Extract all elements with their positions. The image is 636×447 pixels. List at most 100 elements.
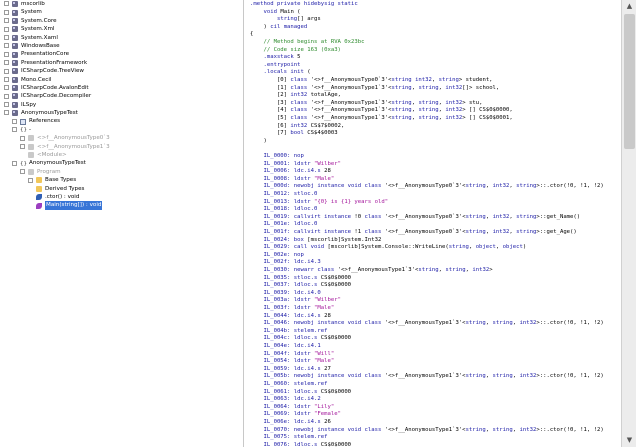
code-line: IL_006e: ldc.i4.s 26	[250, 419, 330, 427]
expand-icon[interactable]	[4, 26, 9, 32]
scroll-up-icon[interactable]: ▲	[624, 1, 635, 12]
tree-item[interactable]: .ctor() : void	[0, 193, 243, 201]
code-token: IL_0039:	[250, 289, 291, 296]
code-line: IL_0030: newarr class '<>f__AnonymousTyp…	[250, 267, 492, 275]
expand-icon[interactable]	[4, 68, 9, 74]
code-token: [mscorlib]System.Int32	[303, 236, 382, 243]
code-line: IL_0013: ldstr "{0} is {1} years old"	[250, 199, 388, 207]
tree-item[interactable]: ICSharpCode.AvalonEdit	[0, 84, 243, 92]
code-token: string	[445, 267, 466, 273]
tree-item[interactable]: {} AnonymousTypeTest	[0, 159, 243, 167]
expand-icon[interactable]	[4, 60, 9, 66]
tree-item[interactable]: ICSharpCode.TreeView	[0, 67, 243, 75]
tree-item[interactable]: System.Xml	[0, 25, 243, 33]
code-line: .maxstack 5	[250, 54, 300, 62]
tree-item[interactable]: mscorlib	[0, 0, 243, 8]
code-token: IL_0024:	[250, 236, 291, 243]
code-line: [3] class '<>f__AnonymousType1`3'<string…	[250, 99, 483, 108]
expand-icon[interactable]	[28, 177, 33, 183]
tree-item-label: Derived Types	[45, 185, 85, 192]
code-token: int32	[445, 107, 463, 114]
code-token: newobj instance void class	[293, 320, 382, 327]
expand-icon[interactable]	[4, 51, 9, 57]
expand-icon[interactable]	[4, 76, 9, 82]
code-token: >::get_Name()	[536, 213, 581, 220]
code-token: // Code size 163 (0xa3)	[250, 46, 341, 53]
code-token: )	[250, 23, 271, 30]
code-token: []> school,	[462, 84, 500, 91]
code-token: IL_0063:	[250, 396, 291, 403]
tree-item[interactable]: Main(string[]) : void	[0, 201, 243, 210]
expand-icon[interactable]	[4, 9, 9, 15]
code-token: IL_002f:	[250, 259, 291, 266]
code-line: .entrypoint	[250, 62, 300, 70]
expand-icon[interactable]	[20, 144, 25, 150]
tree-item-label: <Module>	[37, 152, 67, 159]
collapse-icon[interactable]	[12, 160, 17, 166]
tree-item[interactable]: PresentationFramework	[0, 59, 243, 67]
expand-icon[interactable]	[4, 1, 9, 7]
expand-icon[interactable]	[4, 102, 9, 108]
code-line: IL_0000: nop	[250, 153, 303, 161]
code-token: string	[465, 320, 486, 327]
assembly-tree[interactable]: mscorlib System System.Core System.Xml Syste…	[0, 0, 244, 447]
collapse-icon[interactable]	[20, 169, 25, 175]
tree-item-label: System.Xaml	[21, 34, 58, 41]
code-token: IL_0001:	[250, 160, 291, 167]
code-token: IL_0075:	[250, 434, 291, 441]
code-token: IL_004f:	[250, 350, 291, 357]
code-token: string	[516, 183, 537, 190]
tree-item[interactable]: Base Types	[0, 176, 243, 184]
tree-item[interactable]: Derived Types	[0, 185, 243, 193]
code-token: string	[391, 99, 412, 106]
tree-item[interactable]: ILSpy	[0, 101, 243, 109]
scroll-down-icon[interactable]: ▼	[624, 435, 635, 446]
tree-item[interactable]: Mono.Cecil	[0, 76, 243, 84]
expand-icon[interactable]	[4, 18, 9, 24]
tree-item[interactable]: PresentationCore	[0, 50, 243, 58]
tree-item[interactable]: ICSharpCode.Decompiler	[0, 92, 243, 100]
code-token: [3]	[250, 99, 291, 106]
collapse-icon[interactable]	[4, 110, 9, 116]
tree-item[interactable]: System.Xaml	[0, 34, 243, 42]
vertical-scrollbar[interactable]: ▲ ▼	[621, 0, 636, 447]
code-token: ldloc.0	[293, 221, 318, 228]
code-token: ldstr	[293, 305, 311, 311]
code-line: IL_0008: ldstr "Male"	[250, 176, 334, 184]
tree-item[interactable]: <Module>	[0, 151, 243, 159]
code-token: "Male"	[314, 358, 335, 365]
code-token: "Male"	[314, 175, 335, 182]
tree-item[interactable]: Program	[0, 168, 243, 176]
expand-icon[interactable]	[20, 135, 25, 141]
tree-item[interactable]: {} -	[0, 126, 243, 134]
tree-item[interactable]: <>f__AnonymousType1`3	[0, 143, 243, 151]
expand-icon[interactable]	[12, 118, 17, 124]
code-token: > stu,	[462, 99, 483, 106]
il-code-view[interactable]: .method private hidebysig static void Ma…	[250, 0, 620, 447]
tree-item[interactable]: AnonymousTypeTest	[0, 109, 243, 117]
code-token: "{0} is {1} years old"	[314, 198, 389, 205]
expand-icon[interactable]	[4, 43, 9, 49]
assembly-icon	[12, 17, 18, 24]
code-token: IL_001e:	[250, 221, 291, 228]
assembly-icon	[12, 59, 18, 66]
expand-icon[interactable]	[4, 93, 9, 99]
expand-icon[interactable]	[4, 34, 9, 40]
tree-item[interactable]: WindowsBase	[0, 42, 243, 50]
code-line: IL_0035: stloc.s CS$0$0000	[250, 275, 351, 283]
tree-item[interactable]: <>f__AnonymousType0`3	[0, 134, 243, 142]
tree-item[interactable]: System	[0, 8, 243, 16]
tree-item-label: Base Types	[45, 177, 77, 184]
tree-item-label: PresentationFramework	[21, 59, 88, 66]
code-token: ldstr	[293, 403, 311, 410]
tree-item[interactable]: System.Core	[0, 17, 243, 25]
code-token: .locals init	[250, 69, 304, 76]
scrollbar-thumb[interactable]	[624, 14, 635, 149]
code-token: [] args	[297, 16, 321, 23]
tree-item[interactable]: References	[0, 117, 243, 125]
code-token: {	[250, 31, 254, 38]
code-token: IL_0070:	[250, 426, 291, 433]
expand-icon[interactable]	[4, 85, 9, 91]
collapse-icon[interactable]	[12, 127, 17, 133]
